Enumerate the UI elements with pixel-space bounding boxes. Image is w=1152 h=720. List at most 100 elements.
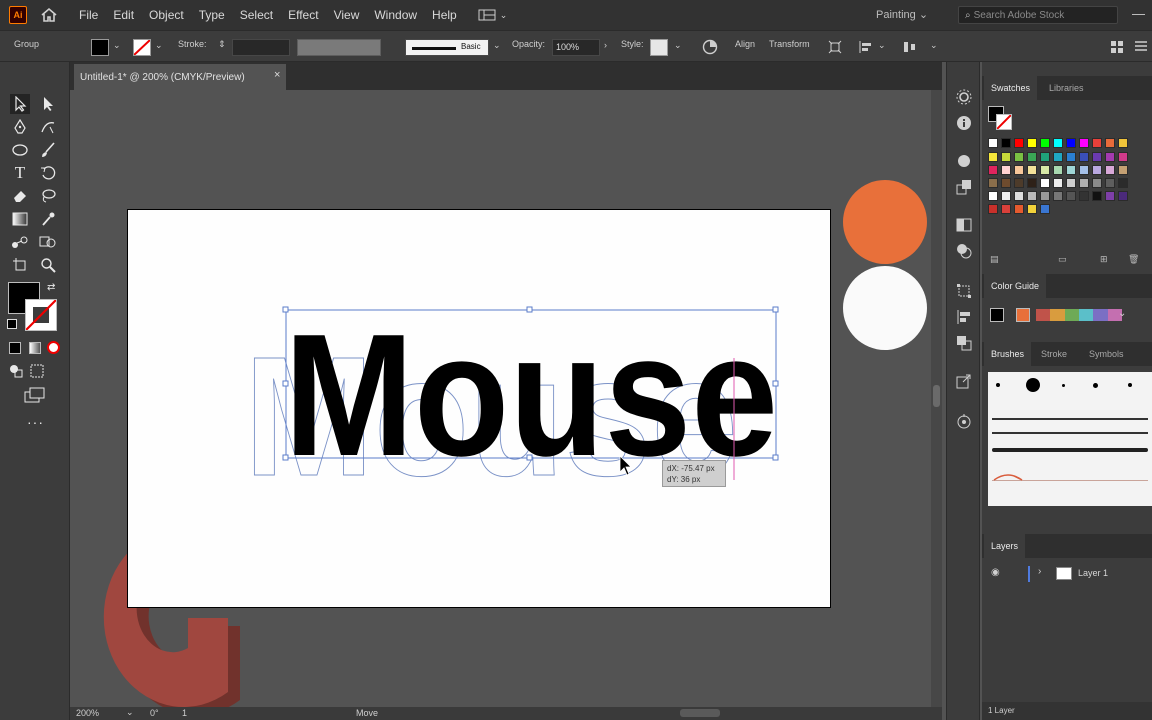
- color-swatch[interactable]: [1001, 138, 1011, 148]
- swatch-libraries-icon[interactable]: ▤: [990, 254, 999, 265]
- info-icon[interactable]: [955, 114, 973, 132]
- pathfinder-icon[interactable]: [955, 334, 973, 352]
- color-swatch[interactable]: [1066, 191, 1076, 201]
- color-swatch[interactable]: [988, 191, 998, 201]
- color-swatch[interactable]: [988, 165, 998, 175]
- swap-fill-stroke-icon[interactable]: ⇄: [47, 282, 55, 293]
- artboard-tool-icon[interactable]: [10, 255, 30, 275]
- change-screen-mode-icon[interactable]: [24, 387, 46, 406]
- brush-library[interactable]: [988, 372, 1152, 506]
- chevron-down-icon[interactable]: ⌄: [155, 40, 163, 51]
- delete-swatch-icon[interactable]: 🗑: [1128, 254, 1139, 265]
- color-swatch[interactable]: [988, 178, 998, 188]
- visibility-eye-icon[interactable]: ◉: [991, 567, 1000, 578]
- color-swatch[interactable]: [1014, 204, 1024, 214]
- layer-row[interactable]: ◉ › Layer 1: [982, 562, 1152, 586]
- curvature-tool-icon[interactable]: [38, 117, 58, 137]
- layer-name[interactable]: Layer 1: [1078, 568, 1108, 578]
- export-icon[interactable]: [955, 372, 973, 390]
- color-guide-active-color[interactable]: [1016, 308, 1030, 322]
- lasso-tool-icon[interactable]: [38, 186, 58, 206]
- color-swatch[interactable]: [1040, 152, 1050, 162]
- asset-export-icon[interactable]: [955, 412, 973, 430]
- horizontal-scroll-thumb[interactable]: [680, 709, 720, 717]
- color-swatch[interactable]: [1040, 191, 1050, 201]
- rotate-tool-icon[interactable]: [38, 163, 58, 183]
- zoom-tool-icon[interactable]: [38, 255, 58, 275]
- color-swatch[interactable]: [1053, 138, 1063, 148]
- stroke-color-icon[interactable]: [25, 299, 57, 331]
- recolor-artwork-icon[interactable]: [702, 39, 718, 58]
- rotation-angle[interactable]: 0°: [150, 708, 159, 718]
- none-mode-icon[interactable]: [47, 341, 60, 354]
- menu-object[interactable]: Object: [149, 8, 184, 22]
- type-tool-icon[interactable]: T: [10, 163, 30, 183]
- variable-width-profile[interactable]: [297, 39, 381, 56]
- color-swatch[interactable]: [1027, 178, 1037, 188]
- color-swatch[interactable]: [1092, 152, 1102, 162]
- blend-tool-icon[interactable]: [10, 232, 30, 252]
- selection-tool-icon[interactable]: [10, 94, 30, 114]
- tab-layers[interactable]: Layers: [984, 534, 1026, 558]
- artboard[interactable]: [127, 209, 831, 608]
- color-swatch[interactable]: [1027, 138, 1037, 148]
- default-fill-stroke-icon[interactable]: [7, 319, 17, 329]
- shape-builder-tool-icon[interactable]: [38, 232, 58, 252]
- color-icon[interactable]: [955, 152, 973, 170]
- arrange-panels-icon[interactable]: [1110, 40, 1124, 57]
- color-mode-icon[interactable]: [9, 342, 21, 354]
- color-swatch[interactable]: [1105, 138, 1115, 148]
- chevron-right-icon[interactable]: ›: [1038, 566, 1041, 577]
- menu-view[interactable]: View: [334, 8, 360, 22]
- tab-stroke[interactable]: Stroke: [1034, 342, 1074, 366]
- color-swatch[interactable]: [1040, 178, 1050, 188]
- color-swatch[interactable]: [1118, 152, 1128, 162]
- direct-selection-tool-icon[interactable]: [38, 94, 58, 114]
- color-swatch[interactable]: [1066, 138, 1076, 148]
- graphic-style-swatch[interactable]: [650, 39, 668, 56]
- distribute-icon[interactable]: [902, 40, 918, 57]
- color-swatch[interactable]: [1014, 178, 1024, 188]
- color-swatch[interactable]: [1001, 178, 1011, 188]
- color-swatch[interactable]: [1118, 138, 1128, 148]
- menu-effect[interactable]: Effect: [288, 8, 318, 22]
- gradient-icon[interactable]: [955, 216, 973, 234]
- swatch-stroke-indicator[interactable]: [996, 114, 1012, 130]
- chevron-down-icon[interactable]: ⌄: [493, 40, 501, 51]
- color-swatch[interactable]: [1079, 152, 1089, 162]
- fill-swatch[interactable]: [91, 39, 109, 56]
- color-swatch[interactable]: [1027, 191, 1037, 201]
- ellipse-tool-icon[interactable]: [10, 140, 30, 160]
- chevron-down-icon[interactable]: ⌄: [930, 40, 938, 51]
- color-swatch[interactable]: [1079, 165, 1089, 175]
- color-swatch[interactable]: [1040, 138, 1050, 148]
- color-swatch[interactable]: [1092, 178, 1102, 188]
- pen-tool-icon[interactable]: [10, 117, 30, 137]
- zoom-level[interactable]: 200%: [76, 708, 99, 718]
- align-link[interactable]: Align: [735, 39, 755, 49]
- isolate-group-icon[interactable]: [828, 40, 842, 57]
- transform-link[interactable]: Transform: [769, 39, 810, 49]
- color-swatch[interactable]: [1092, 165, 1102, 175]
- chevron-down-icon[interactable]: ⌄: [1118, 308, 1126, 319]
- menu-select[interactable]: Select: [240, 8, 273, 22]
- color-swatch[interactable]: [1001, 165, 1011, 175]
- menu-help[interactable]: Help: [432, 8, 457, 22]
- search-adobe-stock-input[interactable]: ⌕ Search Adobe Stock: [958, 6, 1118, 24]
- new-color-group-icon[interactable]: ▭: [1058, 254, 1067, 265]
- menu-window[interactable]: Window: [374, 8, 417, 22]
- scrollbar-thumb[interactable]: [933, 385, 940, 407]
- color-swatch[interactable]: [1118, 165, 1128, 175]
- menu-file[interactable]: File: [79, 8, 98, 22]
- color-swatch[interactable]: [1001, 191, 1011, 201]
- color-swatch[interactable]: [1105, 178, 1115, 188]
- color-swatch[interactable]: [1105, 165, 1115, 175]
- draw-inside-icon[interactable]: [30, 364, 44, 381]
- arrange-documents-button[interactable]: ⌄: [478, 9, 507, 21]
- draw-mode-icon[interactable]: [9, 364, 23, 381]
- tab-libraries[interactable]: Libraries: [1042, 76, 1091, 100]
- color-swatch[interactable]: [1066, 152, 1076, 162]
- color-swatch[interactable]: [1014, 191, 1024, 201]
- color-swatch[interactable]: [1040, 204, 1050, 214]
- color-swatch[interactable]: [1092, 138, 1102, 148]
